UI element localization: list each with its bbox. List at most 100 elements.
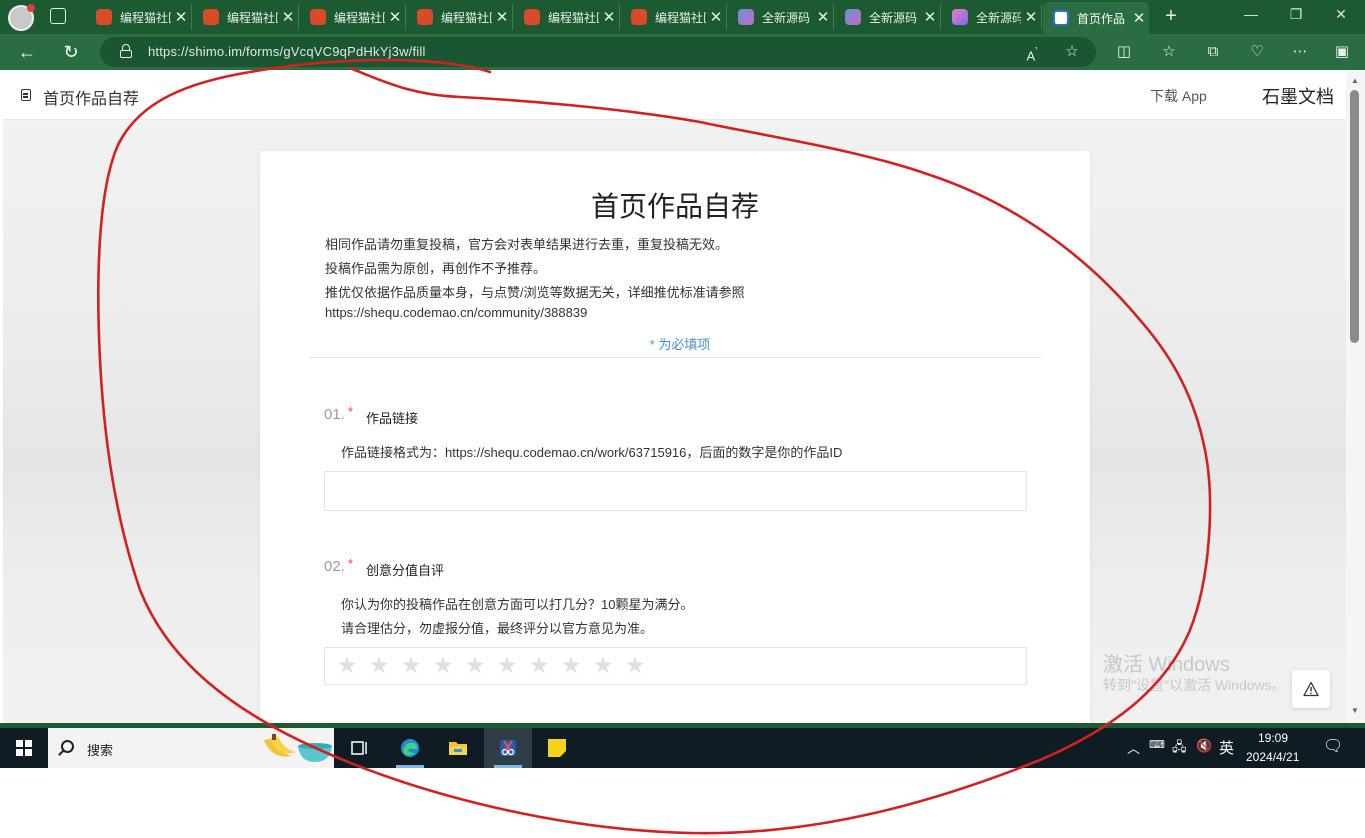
form-description-line: 相同作品请勿重复投稿，官方会对表单结果进行去重，重复投稿无效。: [325, 237, 729, 252]
tab-close-icon[interactable]: ✕: [706, 8, 726, 26]
page-header: 首页作品自荐 下载 App 石墨文档: [3, 70, 1346, 120]
tab-close-icon[interactable]: ✕: [1129, 9, 1149, 27]
tab-close-icon[interactable]: ✕: [171, 8, 191, 26]
feedback-button[interactable]: [1292, 670, 1330, 708]
back-arrow-icon[interactable]: ←: [14, 40, 40, 64]
rating-star-icon[interactable]: ★: [623, 653, 647, 677]
ime-mode-icon[interactable]: ⌨: [1149, 738, 1165, 751]
browser-tab[interactable]: 编程猫社区 ✕: [407, 4, 513, 30]
task-view-button[interactable]: [336, 728, 384, 768]
question-number: 02. *: [324, 556, 353, 575]
clock-date[interactable]: 2024/4/21: [1246, 750, 1299, 764]
more-menu-icon[interactable]: ⋯: [1290, 42, 1310, 62]
minimize-icon[interactable]: —: [1239, 6, 1263, 26]
volume-muted-icon[interactable]: 🔇: [1196, 738, 1212, 754]
tab-close-icon[interactable]: ✕: [1021, 8, 1041, 26]
page-scrollbar[interactable]: ▲ ▼: [1346, 70, 1365, 723]
taskbar-snipping-tool[interactable]: [484, 728, 532, 768]
tab-actions-icon[interactable]: [50, 8, 66, 24]
codemao-favicon-icon: [524, 9, 540, 25]
browser-tab[interactable]: 编程猫社区 ✕: [86, 4, 192, 30]
question-description: 请合理估分，勿虚报分值，最终评分以官方意见为准。: [341, 621, 654, 636]
show-hidden-icons-chevron-icon[interactable]: ︿: [1127, 738, 1140, 757]
browser-tab[interactable]: 编程猫社区 ✕: [621, 4, 727, 30]
browser-tab[interactable]: 编程猫社区 ✕: [193, 4, 299, 30]
download-app-link[interactable]: 下载 App: [1150, 86, 1207, 106]
browser-tab[interactable]: 全新源码 ✕: [835, 4, 941, 30]
required-mark: *: [347, 404, 353, 419]
snipping-tool-icon: [500, 740, 516, 756]
notification-center-icon[interactable]: 🗨: [1323, 736, 1343, 756]
question-description: 你认为你的投稿作品在创意方面可以打几分？10颗星为满分。: [341, 597, 694, 612]
taskbar-sticky-notes[interactable]: [533, 728, 581, 768]
clock-time[interactable]: 19:09: [1258, 731, 1288, 745]
rating-star-icon[interactable]: ★: [431, 653, 455, 677]
divider: [309, 357, 1042, 358]
form-card: 首页作品自荐 相同作品请勿重复投稿，官方会对表单结果进行去重，重复投稿无效。 投…: [260, 151, 1090, 723]
work-link-input[interactable]: [324, 471, 1027, 511]
browser-tab[interactable]: 全新源码 ✕: [942, 4, 1042, 30]
profile-avatar[interactable]: [8, 4, 35, 31]
restore-icon[interactable]: ❐: [1284, 6, 1308, 26]
tab-close-icon[interactable]: ✕: [920, 8, 940, 26]
new-tab-button[interactable]: +: [1160, 4, 1182, 28]
browser-tab[interactable]: 编程猫社区 ✕: [300, 4, 406, 30]
browser-essentials-icon[interactable]: ♡: [1247, 42, 1267, 62]
close-window-icon[interactable]: ✕: [1329, 6, 1353, 26]
form-description-link: https://shequ.codemao.cn/community/38883…: [325, 305, 588, 320]
browser-tab[interactable]: 编程猫社区 ✕: [514, 4, 620, 30]
taskbar-search-box[interactable]: 搜索: [48, 728, 334, 768]
codemao-favicon-icon: [417, 9, 433, 25]
rating-star-icon[interactable]: ★: [463, 653, 487, 677]
rating-star-icon[interactable]: ★: [527, 653, 551, 677]
folder-icon: [449, 742, 467, 755]
question-number: 01. *: [324, 404, 353, 423]
rating-star-icon[interactable]: ★: [559, 653, 583, 677]
network-icon[interactable]: 🖧: [1172, 738, 1187, 760]
browser-toolbar: ← ↻ https://shimo.im/forms/gVcqVC9qPdHkY…: [0, 34, 1365, 70]
input-language-indicator[interactable]: 英: [1219, 737, 1234, 758]
tab-close-icon[interactable]: ✕: [599, 8, 619, 26]
taskbar-edge[interactable]: [386, 728, 434, 768]
windows-start-icon[interactable]: [16, 740, 32, 756]
collections-icon[interactable]: ⧉: [1203, 42, 1223, 62]
lock-icon[interactable]: [120, 44, 132, 58]
taskbar-search-label: 搜索: [87, 743, 114, 758]
browser-titlebar: 编程猫社区 ✕ 编程猫社区 ✕ 编程猫社区 ✕ 编程猫社区 ✕ 编程猫社区 ✕ …: [0, 0, 1365, 34]
scroll-up-icon[interactable]: ▲: [1351, 76, 1359, 85]
scroll-down-icon[interactable]: ▼: [1351, 706, 1359, 715]
read-aloud-icon[interactable]: Aʼ: [1022, 42, 1042, 63]
sticky-notes-icon: [548, 739, 566, 757]
rating-star-icon[interactable]: ★: [367, 653, 391, 677]
tab-close-icon[interactable]: ✕: [385, 8, 405, 26]
app-favicon-icon: [845, 9, 861, 25]
tab-close-icon[interactable]: ✕: [278, 8, 298, 26]
favorite-star-icon[interactable]: ☆: [1062, 42, 1082, 62]
warning-icon: [1303, 681, 1319, 697]
rating-star-icon[interactable]: ★: [335, 653, 359, 677]
tab-close-icon[interactable]: ✕: [813, 8, 833, 26]
favorites-icon[interactable]: ☆: [1159, 42, 1179, 62]
search-icon: [61, 740, 74, 753]
browser-tab-active[interactable]: 首页作品 ✕: [1043, 2, 1149, 34]
split-screen-icon[interactable]: ◫: [1114, 42, 1134, 62]
creativity-rating: ★ ★ ★ ★ ★ ★ ★ ★ ★ ★: [324, 647, 1027, 685]
form-description-line: 推优仅依据作品质量本身，与点赞/浏览等数据无关，详细推优标准请参照: [325, 285, 745, 300]
browser-tab[interactable]: 全新源码 ✕: [728, 4, 834, 30]
form-title: 首页作品自荐: [590, 191, 759, 222]
question-description: 作品链接格式为：https://shequ.codemao.cn/work/63…: [341, 445, 843, 460]
question-title: 作品链接: [366, 411, 419, 426]
form-description-line: 投稿作品需为原创，再创作不予推荐。: [325, 261, 547, 276]
address-url[interactable]: https://shimo.im/forms/gVcqVC9qPdHkYj3w/…: [148, 44, 426, 59]
taskbar-file-explorer[interactable]: [434, 728, 482, 768]
search-highlight-illustration-icon: [264, 734, 332, 762]
app-favicon-icon: [952, 9, 968, 25]
brand-logo[interactable]: 石墨文档: [1262, 83, 1334, 109]
refresh-icon[interactable]: ↻: [58, 40, 84, 64]
scrollbar-thumb[interactable]: [1350, 90, 1359, 343]
rating-star-icon[interactable]: ★: [591, 653, 615, 677]
tab-close-icon[interactable]: ✕: [492, 8, 512, 26]
rating-star-icon[interactable]: ★: [399, 653, 423, 677]
rating-star-icon[interactable]: ★: [495, 653, 519, 677]
sidebar-toggle-icon[interactable]: ▣: [1332, 42, 1352, 62]
